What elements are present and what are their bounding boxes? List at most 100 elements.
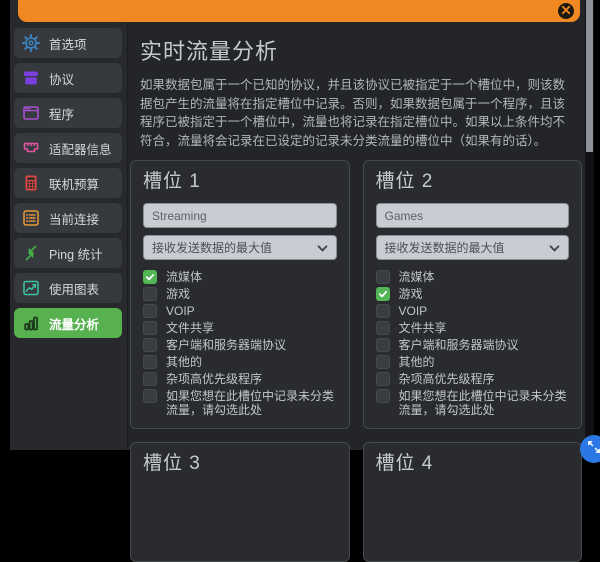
checkbox-row: 如果您想在此槽位中记录未分类流量，请勾选此处 — [143, 389, 337, 417]
chevron-down-icon — [549, 241, 560, 255]
slot-panel-3: 槽位 3 — [130, 442, 350, 562]
sidebar-item-label: 程序 — [49, 107, 75, 122]
sidebar-item-ping-stats[interactable]: Ping 统计 — [14, 238, 122, 268]
checkbox-row: VOIP — [143, 304, 337, 318]
checkbox-label: 客户端和服务器端协议 — [398, 338, 519, 352]
resize-fab-button[interactable] — [580, 435, 600, 463]
checkbox-label: 游戏 — [166, 287, 191, 301]
sidebar-item-label: 适配器信息 — [49, 142, 112, 157]
sidebar-item-adapter-info[interactable]: 适配器信息 — [14, 133, 122, 163]
checkbox-label: VOIP — [398, 304, 428, 318]
sidebar-item-label: 协议 — [49, 72, 75, 87]
window-left-edge — [0, 0, 10, 450]
checkbox-row: 其他的 — [143, 355, 337, 369]
sidebar-item-online-budget[interactable]: 联机预算 — [14, 168, 122, 198]
sidebar-item-preferences[interactable]: 首选项 — [14, 28, 122, 58]
protocol-box-icon — [20, 67, 42, 89]
checkbox-label: 文件共享 — [398, 321, 447, 335]
slot-title: 槽位 4 — [375, 453, 434, 474]
checkbox-label: VOIP — [166, 304, 195, 318]
sidebar-item-label: 使用图表 — [49, 282, 100, 297]
checkbox-label: 其他的 — [166, 355, 203, 369]
checkbox-unchecked[interactable] — [375, 338, 390, 352]
checkbox-unchecked[interactable] — [375, 304, 390, 318]
checkbox-unchecked[interactable] — [375, 321, 390, 335]
checkbox-label: 文件共享 — [166, 321, 215, 335]
checkbox-label: 如果您想在此槽位中记录未分类流量，请勾选此处 — [398, 389, 567, 417]
checkbox-row: 游戏 — [143, 287, 337, 301]
banner-close-button[interactable] — [558, 3, 574, 19]
checkbox-label: 流媒体 — [398, 270, 435, 284]
sidebar-item-label: 流量分析 — [49, 317, 100, 332]
checkbox-unchecked[interactable] — [143, 389, 157, 403]
main-content: 实时流量分析 如果数据包属于一个已知的协议，并且该协议已被指定于一个槽位中，则该… — [127, 0, 585, 562]
checkbox-unchecked[interactable] — [375, 372, 390, 386]
page-description: 如果数据包属于一个已知的协议，并且该协议已被指定于一个槽位中，则该数据包产生的流… — [140, 78, 566, 148]
checkbox-row: 流媒体 — [143, 270, 337, 284]
sidebar-item-label: 联机预算 — [49, 177, 100, 192]
checkbox-checked[interactable] — [375, 287, 390, 301]
sidebar-item-usage-chart[interactable]: 使用图表 — [14, 273, 122, 303]
sidebar-item-label: Ping 统计 — [49, 247, 103, 262]
checkbox-row: 其他的 — [375, 355, 570, 369]
app-window-icon — [20, 102, 42, 124]
checkbox-row: 流媒体 — [375, 270, 570, 284]
checkbox-unchecked[interactable] — [143, 372, 157, 386]
slot-name-input[interactable] — [375, 203, 569, 228]
checkbox-label: 杂项高优先级程序 — [166, 372, 263, 386]
slot-panel-2: 槽位 2 接收发送数据的最大值流媒体游戏 VOIP 文件共享客户端和服务器端协议其他的… — [362, 160, 582, 429]
sidebar: 首选项协议程序适配器信息联机预算当前连接 Ping 统计 使用图表流量分析 — [10, 0, 127, 450]
line-chart-icon — [20, 277, 42, 299]
checkbox-unchecked[interactable] — [143, 287, 157, 301]
slot-title: 槽位 1 — [143, 171, 201, 192]
calculator-icon — [20, 172, 42, 194]
checkbox-row: 如果您想在此槽位中记录未分类流量，请勾选此处 — [375, 389, 570, 417]
sidebar-item-label: 当前连接 — [49, 212, 100, 227]
slot-metric-select[interactable]: 接收发送数据的最大值 — [143, 235, 337, 260]
checkbox-row: 游戏 — [375, 287, 570, 301]
checkbox-row: 杂项高优先级程序 — [375, 372, 570, 386]
ping-arrows-icon — [20, 242, 42, 264]
select-value: 接收发送数据的最大值 — [384, 241, 505, 255]
chevron-down-icon — [317, 241, 328, 255]
slot-panel-1: 槽位 1 接收发送数据的最大值流媒体游戏 VOIP 文件共享客户端和服务器端协议其他的… — [130, 160, 350, 429]
select-value: 接收发送数据的最大值 — [152, 241, 273, 255]
slot-name-input[interactable] — [143, 203, 337, 228]
checkbox-label: 其他的 — [398, 355, 435, 369]
connection-list-icon — [20, 207, 42, 229]
checkbox-unchecked[interactable] — [143, 304, 157, 318]
gear-icon — [20, 32, 42, 54]
slot-title: 槽位 2 — [375, 171, 434, 192]
page-title: 实时流量分析 — [140, 39, 279, 64]
checkbox-unchecked[interactable] — [143, 355, 157, 369]
checkbox-row: 杂项高优先级程序 — [143, 372, 337, 386]
sidebar-nav: 首选项协议程序适配器信息联机预算当前连接 Ping 统计 使用图表流量分析 — [10, 28, 127, 338]
sidebar-item-protocols[interactable]: 协议 — [14, 63, 122, 93]
slot-metric-select[interactable]: 接收发送数据的最大值 — [375, 235, 569, 260]
expand-arrows-icon — [586, 439, 600, 460]
checkbox-unchecked[interactable] — [143, 321, 157, 335]
checkbox-label: 客户端和服务器端协议 — [166, 338, 287, 352]
window-right-edge — [594, 0, 600, 450]
sidebar-item-current-connections[interactable]: 当前连接 — [14, 203, 122, 233]
checkbox-unchecked[interactable] — [375, 270, 390, 284]
sidebar-item-label: 首选项 — [49, 37, 87, 52]
slot-panel-4: 槽位 4 — [362, 442, 582, 562]
checkbox-label: 游戏 — [398, 287, 423, 301]
bar-chart-icon — [20, 312, 42, 334]
sidebar-item-traffic-analysis[interactable]: 流量分析 — [14, 308, 122, 338]
checkbox-row: 文件共享 — [375, 321, 570, 335]
scrollbar-track[interactable] — [585, 0, 594, 450]
checkbox-unchecked[interactable] — [375, 389, 390, 403]
slot-title: 槽位 3 — [143, 453, 201, 474]
checkbox-unchecked[interactable] — [143, 338, 157, 352]
sidebar-item-programs[interactable]: 程序 — [14, 98, 122, 128]
scrollbar-thumb[interactable] — [586, 0, 593, 152]
slots-grid: 槽位 1 接收发送数据的最大值流媒体游戏 VOIP 文件共享客户端和服务器端协议其他的… — [130, 160, 582, 562]
checkbox-checked[interactable] — [143, 270, 157, 284]
checkbox-row: 客户端和服务器端协议 — [143, 338, 337, 352]
checkbox-row: 客户端和服务器端协议 — [375, 338, 570, 352]
checkbox-unchecked[interactable] — [375, 355, 390, 369]
checkbox-row: VOIP — [375, 304, 570, 318]
close-icon — [561, 2, 571, 20]
